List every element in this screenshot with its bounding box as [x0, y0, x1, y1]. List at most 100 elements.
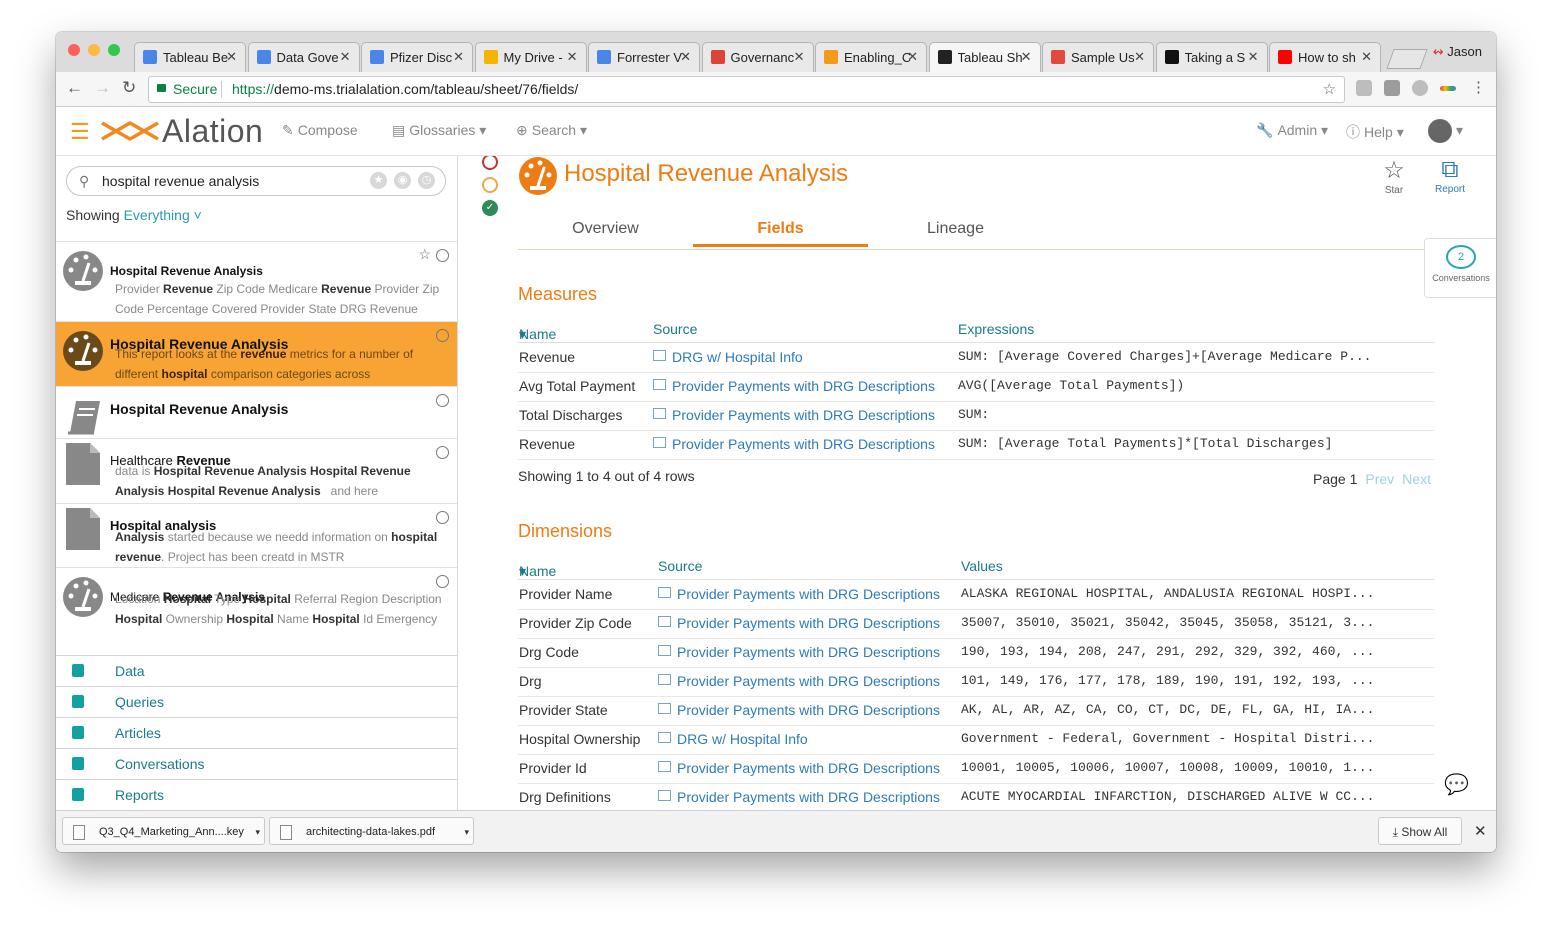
source-link[interactable]: Provider Payments with DRG Descriptions	[658, 644, 940, 660]
hamburger-menu-icon[interactable]: ☰	[70, 119, 90, 145]
search-result-item[interactable]: Hospital Revenue Analysis Provider Revenu…	[56, 241, 457, 321]
browser-tab[interactable]: Tableau Sh ✕	[928, 42, 1041, 73]
back-icon[interactable]: ←	[66, 78, 83, 98]
close-tab-icon[interactable]: ✕	[907, 49, 918, 65]
category-reports[interactable]: Reports	[56, 779, 457, 810]
eye-filter-icon[interactable]: ◉	[394, 172, 411, 189]
clock-icon[interactable]	[436, 329, 449, 342]
search-result-item[interactable]: Medicare Revenue Analysis Location Hospit…	[56, 567, 457, 655]
browser-tab[interactable]: Tableau Be ✕	[134, 42, 246, 72]
star-button[interactable]: ☆ Star	[1374, 156, 1414, 196]
caret-down-icon[interactable]: ▾	[464, 818, 469, 846]
browser-tab[interactable]: Sample Us ✕	[1042, 42, 1154, 72]
download-item[interactable]: Q3_Q4_Marketing_Ann....key ▾	[62, 817, 265, 845]
close-tab-icon[interactable]: ✕	[1021, 49, 1032, 65]
source-link[interactable]: Provider Payments with DRG Descriptions	[653, 378, 935, 394]
browser-tab[interactable]: Taking a S ✕	[1155, 42, 1268, 72]
conversations-widget[interactable]: 2 Conversations	[1424, 238, 1496, 298]
tab-fields[interactable]: Fields	[693, 220, 868, 247]
clock-filter-icon[interactable]: ◷	[418, 172, 435, 189]
bookmark-star-icon[interactable]: ☆	[1323, 77, 1336, 102]
search-input[interactable]: ⚲ hospital revenue analysis ★ ◉ ◷	[66, 166, 446, 196]
field-name[interactable]: Avg Total Payment	[519, 378, 635, 394]
reload-icon[interactable]: ↻	[122, 78, 136, 98]
close-download-bar-icon[interactable]: ✕	[1474, 822, 1487, 840]
compose-nav[interactable]: ✎ Compose	[282, 122, 358, 139]
field-name[interactable]: Provider Zip Code	[519, 615, 632, 631]
search-result-item[interactable]: Healthcare Revenue data is Hospital Reven…	[56, 438, 457, 503]
browser-tab[interactable]: Governanc ✕	[701, 42, 814, 72]
category-queries[interactable]: Queries	[56, 686, 457, 717]
new-tab-button[interactable]	[1386, 49, 1428, 69]
extension-skype-icon[interactable]	[1412, 80, 1428, 96]
close-tab-icon[interactable]: ✕	[340, 49, 351, 65]
field-name[interactable]: Provider Name	[519, 586, 612, 602]
extension-pocket-icon[interactable]	[1384, 80, 1400, 96]
close-tab-icon[interactable]: ✕	[794, 49, 805, 65]
clock-icon[interactable]	[436, 446, 449, 459]
search-nav[interactable]: ⊕ Search ▾	[516, 122, 587, 139]
chrome-menu-icon[interactable]: ⋮	[1471, 78, 1486, 96]
field-name[interactable]: Total Discharges	[519, 407, 623, 423]
step-check-icon[interactable]: ✓	[482, 200, 498, 216]
alation-logo-icon[interactable]	[100, 117, 160, 145]
browser-tab[interactable]: Enabling_C ✕	[815, 42, 927, 72]
source-link[interactable]: DRG w/ Hospital Info	[658, 731, 808, 747]
close-tab-icon[interactable]: ✕	[1361, 49, 1372, 65]
chat-bubbles-icon[interactable]: 💬	[1444, 772, 1469, 797]
clock-icon[interactable]	[436, 394, 449, 407]
download-item[interactable]: architecting-data-lakes.pdf ▾	[269, 817, 474, 845]
next-button[interactable]: Next	[1402, 471, 1431, 487]
category-conversations[interactable]: Conversations	[56, 748, 457, 779]
source-link[interactable]: Provider Payments with DRG Descriptions	[653, 407, 935, 423]
close-tab-icon[interactable]: ✕	[567, 49, 578, 65]
search-result-item[interactable]: Hospital analysis Analysis started becaus…	[56, 503, 457, 567]
tab-lineage[interactable]: Lineage	[868, 220, 1043, 238]
close-tab-icon[interactable]: ✕	[453, 49, 464, 65]
forward-icon[interactable]: →	[94, 78, 111, 98]
maximize-window-button[interactable]	[108, 44, 120, 56]
source-link[interactable]: Provider Payments with DRG Descriptions	[658, 586, 940, 602]
browser-tab[interactable]: Forrester V ✕	[588, 42, 700, 72]
step-circle-orange[interactable]	[482, 177, 498, 193]
star-filter-icon[interactable]: ★	[370, 172, 387, 189]
prev-button[interactable]: Prev	[1365, 471, 1394, 487]
minimize-window-button[interactable]	[88, 44, 100, 56]
field-name[interactable]: Revenue	[519, 436, 575, 452]
field-name[interactable]: Drg Definitions	[519, 789, 611, 805]
close-window-button[interactable]	[68, 44, 80, 56]
close-tab-icon[interactable]: ✕	[680, 49, 691, 65]
source-link[interactable]: DRG w/ Hospital Info	[653, 349, 803, 365]
star-icon[interactable]: ☆	[418, 246, 431, 263]
field-name[interactable]: Provider State	[519, 702, 608, 718]
caret-down-icon[interactable]: ▾	[255, 818, 260, 846]
category-articles[interactable]: Articles	[56, 717, 457, 748]
source-link[interactable]: Provider Payments with DRG Descriptions	[658, 673, 940, 689]
source-link[interactable]: Provider Payments with DRG Descriptions	[658, 789, 940, 805]
extension-drive-icon[interactable]	[1356, 80, 1372, 96]
clock-icon[interactable]	[436, 511, 449, 524]
glossaries-nav[interactable]: ▤ Glossaries ▾	[392, 122, 486, 139]
step-circle-red[interactable]	[482, 156, 498, 170]
alation-logo-text[interactable]: Alation	[162, 113, 263, 150]
browser-tab[interactable]: Data Gove ✕	[247, 42, 360, 72]
chevron-down-icon[interactable]: ▾	[1456, 122, 1463, 139]
search-result-item[interactable]: Hospital Revenue Analysis This report loo…	[56, 321, 457, 386]
close-tab-icon[interactable]: ✕	[1248, 49, 1259, 65]
field-name[interactable]: Provider Id	[519, 760, 587, 776]
browser-tab[interactable]: How to sh ✕	[1269, 42, 1381, 72]
search-result-item[interactable]: Hospital Revenue Analysis	[56, 386, 457, 438]
help-nav[interactable]: ⓘ Help ▾	[1346, 122, 1404, 142]
source-link[interactable]: Provider Payments with DRG Descriptions	[658, 702, 940, 718]
tab-overview[interactable]: Overview	[518, 220, 693, 238]
address-bar[interactable]: Secure https://demo-ms.trialalation.com/…	[148, 76, 1345, 103]
field-name[interactable]: Revenue	[519, 349, 575, 365]
field-name[interactable]: Hospital Ownership	[519, 731, 640, 747]
browser-tab[interactable]: My Drive - ✕	[474, 42, 587, 72]
clock-icon[interactable]	[436, 575, 449, 588]
user-avatar[interactable]	[1428, 119, 1452, 143]
profile-button[interactable]: ↭ Jason	[1433, 44, 1482, 60]
admin-nav[interactable]: 🔧 Admin ▾	[1256, 122, 1328, 139]
browser-tab[interactable]: Pfizer Disc ✕	[361, 42, 473, 72]
clock-icon[interactable]	[436, 249, 449, 262]
